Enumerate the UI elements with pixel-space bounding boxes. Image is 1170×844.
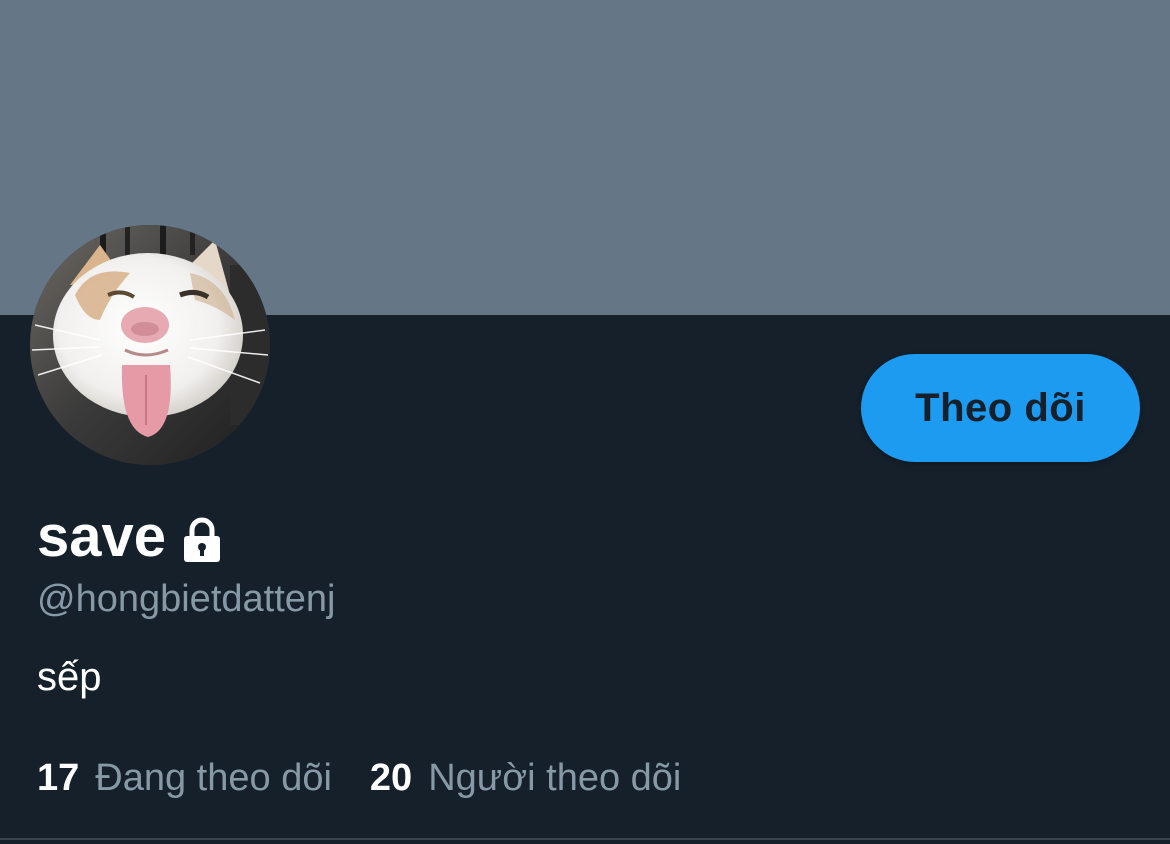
lock-icon [178,516,226,564]
followers-label: Người theo dõi [428,757,682,799]
profile-page: Theo dõi save @hongbietdattenj sếp 17 Đa… [0,0,1170,844]
following-label: Đang theo dõi [95,757,332,799]
profile-stats: 17 Đang theo dõi 20 Người theo dõi [37,754,681,802]
follow-button[interactable]: Theo dõi [861,354,1140,462]
following-count: 17 [37,757,80,799]
profile-name-row: save [37,500,226,574]
followers-count: 20 [369,757,413,799]
followers-stat-link[interactable]: 20 Người theo dõi [370,754,681,802]
bottom-divider [0,838,1170,840]
profile-avatar[interactable] [30,225,270,465]
cat-avatar-image [30,225,270,465]
profile-handle: @hongbietdattenj [37,578,336,620]
profile-bio: sếp [37,655,102,699]
following-stat-link[interactable]: 17 Đang theo dõi [37,754,332,802]
display-name: save [37,504,167,569]
